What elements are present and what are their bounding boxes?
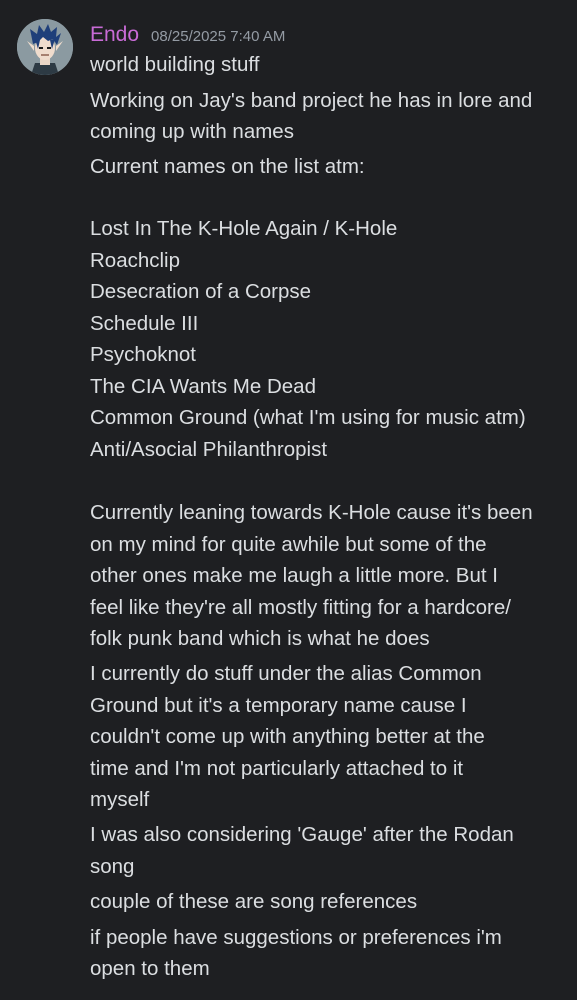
- message-line: feel like they're all mostly fitting for…: [90, 596, 511, 619]
- message-line: other ones make me laugh a little more. …: [90, 564, 498, 587]
- message-line: Ground but it's a temporary name cause I: [90, 694, 467, 717]
- message-line: I currently do stuff under the alias Com…: [90, 662, 482, 685]
- message-line: coming up with names: [90, 120, 294, 143]
- message-line: Current names on the list atm:: [90, 155, 365, 178]
- message-line: if people have suggestions or preference…: [90, 926, 502, 949]
- message-line: Currently leaning towards K-Hole cause i…: [90, 501, 533, 524]
- message-line: song: [90, 855, 135, 878]
- message-line: Desecration of a Corpse: [90, 280, 312, 303]
- message-line: Roachclip: [90, 249, 181, 272]
- message-line: Schedule III: [90, 312, 199, 335]
- message-line: Anti/Asocial Philanthropist: [90, 438, 328, 461]
- user-avatar[interactable]: [17, 19, 73, 75]
- message-line: open to them: [90, 957, 210, 980]
- message-group: Endo 08/25/2025 7:40 AM world building s…: [0, 0, 577, 1000]
- avatar-portrait-icon: [17, 19, 73, 75]
- message-line: world building stuff: [90, 53, 260, 76]
- message-line: The CIA Wants Me Dead: [90, 375, 316, 398]
- message-line: myself: [90, 788, 150, 811]
- message-line: Common Ground (what I'm using for music …: [90, 406, 526, 429]
- message-line: couldn't come up with anything better at…: [90, 725, 485, 748]
- message-line: Working on Jay's band project he has in …: [90, 89, 533, 112]
- message-line: Psychoknot: [90, 343, 196, 366]
- message-line: couple of these are song references: [90, 890, 418, 913]
- message-line: time and I'm not particularly attached t…: [90, 757, 464, 780]
- username[interactable]: Endo: [90, 20, 139, 50]
- message-timestamp: 08/25/2025 7:40 AM: [151, 28, 286, 45]
- message-line: I was also considering 'Gauge' after the…: [90, 823, 514, 846]
- message-line: folk punk band which is what he does: [90, 627, 430, 650]
- message-line: Lost In The K-Hole Again / K-Hole: [90, 217, 398, 240]
- message-line: on my mind for quite awhile but some of …: [90, 533, 487, 556]
- message-header: Endo 08/25/2025 7:40 AM: [90, 20, 285, 50]
